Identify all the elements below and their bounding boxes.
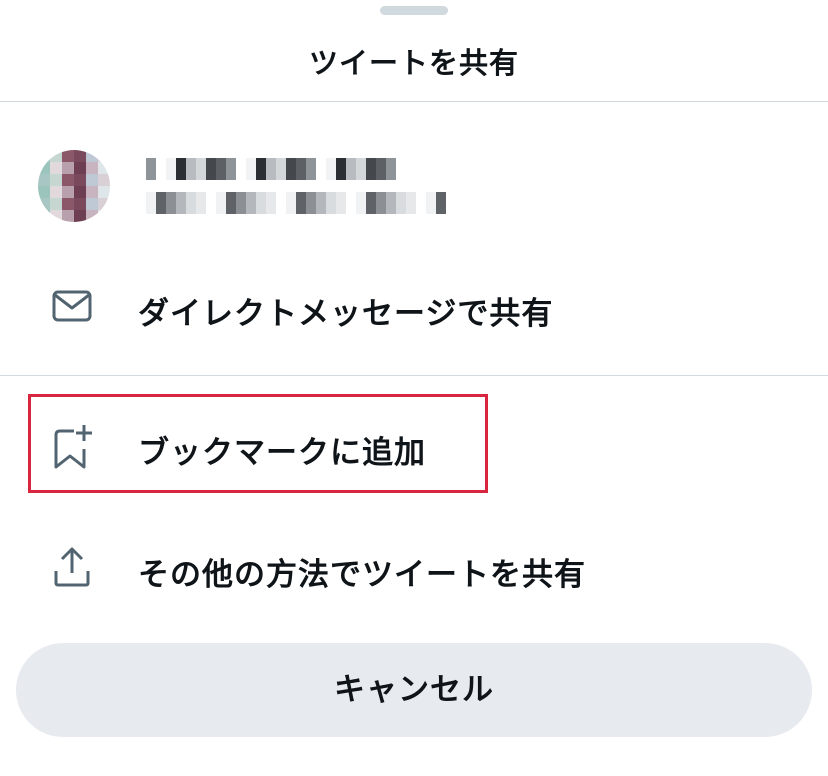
divider (0, 375, 828, 376)
dm-recipient[interactable] (38, 150, 498, 222)
divider (0, 101, 828, 102)
share-upload-icon (50, 545, 94, 589)
share-other-label: その他の方法でツイートを共有 (138, 557, 586, 593)
sheet-title: ツイートを共有 (308, 46, 519, 80)
highlight-box (28, 394, 488, 493)
share-other-option[interactable]: その他の方法でツイートを共有 (0, 527, 828, 607)
sheet-grabber[interactable] (380, 6, 448, 15)
share-via-dm-label: ダイレクトメッセージで共有 (138, 296, 554, 332)
envelope-icon (50, 284, 94, 328)
share-via-dm-option[interactable]: ダイレクトメッセージで共有 (0, 266, 828, 346)
recipient-handle-blurred (146, 192, 446, 214)
cancel-button[interactable]: キャンセル (16, 643, 812, 737)
avatar (38, 150, 110, 222)
recipient-name-blurred (146, 158, 406, 180)
